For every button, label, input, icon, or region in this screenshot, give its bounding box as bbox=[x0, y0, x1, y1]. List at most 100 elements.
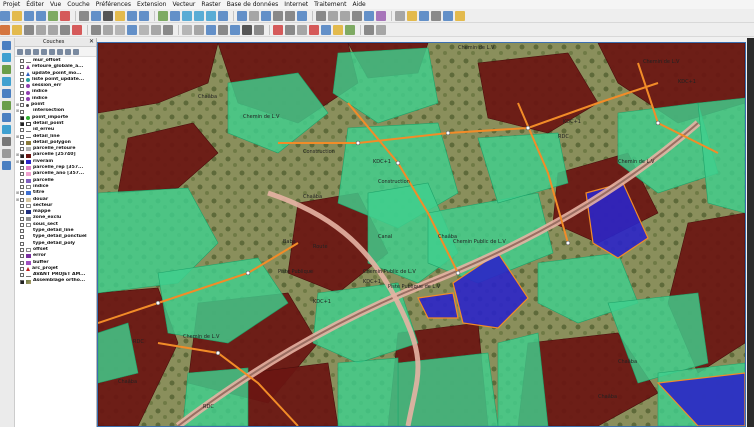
toolbar-button-icon[interactable] bbox=[36, 24, 46, 35]
menu-item[interactable]: Couche bbox=[64, 0, 92, 9]
toolbar-button-icon[interactable] bbox=[443, 10, 453, 21]
toolbar-button-icon[interactable] bbox=[115, 24, 125, 35]
menu-item[interactable]: Aide bbox=[349, 0, 368, 9]
toolbar-button-icon[interactable] bbox=[218, 10, 228, 21]
toolbar-button-icon[interactable] bbox=[139, 24, 149, 35]
layer-visibility-checkbox[interactable] bbox=[20, 78, 24, 83]
toolbar-button-icon[interactable] bbox=[340, 10, 350, 21]
toolbar-button-icon[interactable] bbox=[285, 10, 295, 21]
toolbar-button-icon[interactable] bbox=[321, 24, 331, 35]
toolbar-button-icon[interactable] bbox=[333, 24, 343, 35]
layers-panel-tool-icon[interactable] bbox=[49, 48, 55, 55]
toolbar-button-icon[interactable] bbox=[431, 10, 441, 21]
toolbar-button-icon[interactable] bbox=[254, 24, 264, 35]
layers-panel-tool-icon[interactable] bbox=[17, 48, 23, 55]
map-canvas[interactable]: Chemin de L.V Chemin de L.V Chemin de L.… bbox=[97, 42, 746, 427]
layer-visibility-checkbox[interactable] bbox=[20, 210, 24, 215]
toolbar-button-icon[interactable] bbox=[249, 10, 259, 21]
layer-visibility-checkbox[interactable] bbox=[20, 279, 24, 284]
toolbar-button-icon[interactable] bbox=[407, 10, 417, 21]
toolbar-button-icon[interactable] bbox=[273, 24, 283, 35]
toolbar-button-icon[interactable] bbox=[419, 10, 429, 21]
toolbar-button-icon[interactable] bbox=[285, 24, 295, 35]
add-layer-button-icon[interactable] bbox=[2, 77, 11, 86]
layers-panel-tool-icon[interactable] bbox=[65, 48, 71, 55]
layer-visibility-checkbox[interactable] bbox=[20, 122, 24, 127]
toolbar-button-icon[interactable] bbox=[127, 24, 137, 35]
toolbar-button-icon[interactable] bbox=[170, 10, 180, 21]
add-layer-button-icon[interactable] bbox=[2, 101, 11, 110]
layer-visibility-checkbox[interactable] bbox=[20, 166, 24, 171]
layer-visibility-checkbox[interactable] bbox=[20, 248, 24, 253]
toolbar-button-icon[interactable] bbox=[376, 24, 386, 35]
toolbar-button-icon[interactable] bbox=[24, 10, 34, 21]
layer-visibility-checkbox[interactable] bbox=[20, 203, 24, 208]
add-layer-button-icon[interactable] bbox=[2, 53, 11, 62]
menu-item[interactable]: Base de données bbox=[224, 0, 282, 9]
toolbar-button-icon[interactable] bbox=[297, 24, 307, 35]
layer-visibility-checkbox[interactable] bbox=[20, 115, 24, 120]
layers-panel-tool-icon[interactable] bbox=[73, 48, 79, 55]
toolbar-button-icon[interactable] bbox=[218, 24, 228, 35]
map-svg[interactable]: Chemin de L.V Chemin de L.V Chemin de L.… bbox=[98, 43, 745, 426]
layer-visibility-checkbox[interactable] bbox=[20, 241, 24, 246]
add-layer-button-icon[interactable] bbox=[2, 41, 11, 50]
layer-visibility-checkbox[interactable] bbox=[20, 153, 24, 158]
toolbar-button-icon[interactable] bbox=[139, 10, 149, 21]
toolbar-button-icon[interactable] bbox=[48, 24, 58, 35]
toolbar-button-icon[interactable] bbox=[237, 10, 247, 21]
layer-visibility-checkbox[interactable] bbox=[20, 84, 24, 89]
menu-item[interactable]: Extension bbox=[134, 0, 169, 9]
add-layer-button-icon[interactable] bbox=[2, 65, 11, 74]
layer-visibility-checkbox[interactable] bbox=[20, 141, 24, 145]
layer-visibility-checkbox[interactable] bbox=[20, 71, 24, 76]
toolbar-button-icon[interactable] bbox=[395, 10, 405, 21]
layer-visibility-checkbox[interactable] bbox=[20, 90, 24, 95]
add-layer-button-icon[interactable] bbox=[2, 137, 11, 146]
toolbar-button-icon[interactable] bbox=[376, 10, 386, 21]
toolbar-button-icon[interactable] bbox=[455, 10, 465, 21]
layer-visibility-checkbox[interactable] bbox=[20, 222, 24, 227]
layer-visibility-checkbox[interactable] bbox=[20, 96, 24, 101]
toolbar-button-icon[interactable] bbox=[60, 10, 70, 21]
layer-visibility-checkbox[interactable] bbox=[20, 172, 24, 177]
toolbar-button-icon[interactable] bbox=[115, 10, 125, 21]
menu-item[interactable]: Raster bbox=[198, 0, 223, 9]
layer-visibility-checkbox[interactable] bbox=[20, 273, 24, 278]
toolbar-button-icon[interactable] bbox=[309, 24, 319, 35]
toolbar-button-icon[interactable] bbox=[352, 10, 362, 21]
layer-visibility-checkbox[interactable] bbox=[20, 159, 24, 164]
layers-panel-tool-icon[interactable] bbox=[57, 48, 63, 55]
toolbar-button-icon[interactable] bbox=[151, 24, 161, 35]
add-layer-button-icon[interactable] bbox=[2, 125, 11, 134]
layers-panel-tool-icon[interactable] bbox=[25, 48, 31, 55]
toolbar-button-icon[interactable] bbox=[163, 24, 173, 35]
layer-visibility-checkbox[interactable] bbox=[20, 191, 24, 196]
toolbar-button-icon[interactable] bbox=[273, 10, 283, 21]
toolbar-button-icon[interactable] bbox=[364, 10, 374, 21]
toolbar-button-icon[interactable] bbox=[206, 10, 216, 21]
toolbar-button-icon[interactable] bbox=[345, 24, 355, 35]
layers-panel-tool-icon[interactable] bbox=[33, 48, 39, 55]
toolbar-button-icon[interactable] bbox=[0, 24, 10, 35]
toolbar-button-icon[interactable] bbox=[12, 10, 22, 21]
toolbar-button-icon[interactable] bbox=[242, 24, 252, 35]
menu-item[interactable]: Traitement bbox=[311, 0, 349, 9]
layer-visibility-checkbox[interactable] bbox=[20, 216, 24, 221]
layer-visibility-checkbox[interactable] bbox=[20, 197, 24, 202]
add-layer-button-icon[interactable] bbox=[2, 89, 11, 98]
layer-visibility-checkbox[interactable] bbox=[20, 229, 24, 234]
layer-visibility-checkbox[interactable] bbox=[20, 260, 24, 265]
toolbar-button-icon[interactable] bbox=[103, 10, 113, 21]
layers-panel-tool-icon[interactable] bbox=[41, 48, 47, 55]
layer-visibility-checkbox[interactable] bbox=[20, 134, 24, 139]
toolbar-button-icon[interactable] bbox=[158, 10, 168, 21]
toolbar-button-icon[interactable] bbox=[79, 10, 89, 21]
layer-visibility-checkbox[interactable] bbox=[20, 178, 24, 183]
toolbar-button-icon[interactable] bbox=[194, 24, 204, 35]
toolbar-button-icon[interactable] bbox=[12, 24, 22, 35]
add-layer-button-icon[interactable] bbox=[2, 161, 11, 170]
layer-visibility-checkbox[interactable] bbox=[20, 65, 24, 70]
toolbar-button-icon[interactable] bbox=[127, 10, 137, 21]
toolbar-button-icon[interactable] bbox=[48, 10, 58, 21]
